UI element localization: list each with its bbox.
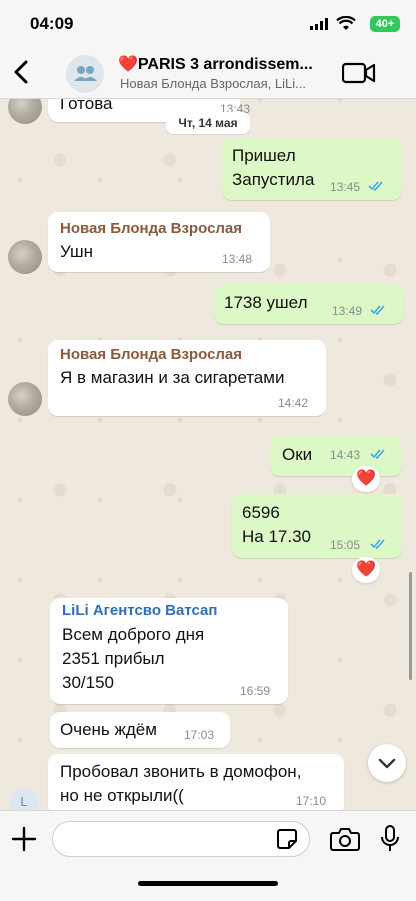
message-bubble[interactable]: Оки 14:43: [270, 436, 402, 476]
chevron-down-icon: [378, 758, 396, 769]
avatar-letter: L: [20, 794, 28, 809]
scroll-to-bottom-button[interactable]: [368, 744, 406, 782]
message-bubble[interactable]: LiLi Агентсво Ватсап Всем доброго дня 23…: [50, 598, 288, 704]
message-time: 13:49: [332, 304, 363, 318]
date-separator: Чт, 14 мая: [166, 112, 250, 134]
message-text: Оки: [282, 445, 313, 464]
message-time: 14:43: [330, 448, 361, 462]
message-input[interactable]: [52, 821, 310, 857]
group-icon: [74, 66, 97, 81]
message-time: 17:10: [296, 794, 327, 808]
video-call-icon[interactable]: [342, 62, 376, 84]
sender-name[interactable]: LiLi Агентсво Ватсап: [62, 602, 217, 619]
chat-participants[interactable]: Новая Блонда Взрослая, LiLi...: [120, 76, 320, 91]
avatar[interactable]: [8, 240, 42, 274]
scrollbar[interactable]: [409, 572, 412, 680]
wifi-icon: [336, 16, 356, 30]
message-time: 13:48: [222, 252, 253, 266]
message-input-bar: [0, 810, 416, 901]
message-bubble[interactable]: Пробовал звонить в домофон, но не открыл…: [48, 754, 344, 816]
message-time: 14:42: [278, 396, 309, 410]
heart-reaction-icon[interactable]: ❤️: [352, 466, 380, 492]
message-bubble[interactable]: Очень ждём 17:03: [50, 712, 230, 748]
message-text: 6596 На 17.30: [242, 503, 311, 546]
signal-icon: [310, 18, 328, 30]
message-bubble[interactable]: 1738 ушел 13:49: [214, 284, 404, 324]
battery-indicator: 40+: [370, 16, 400, 32]
message-bubble[interactable]: Новая Блонда Взрослая Ушн 13:48: [48, 212, 270, 272]
message-time: 15:05: [330, 538, 361, 552]
group-avatar[interactable]: [66, 55, 104, 93]
heart-reaction-icon[interactable]: ❤️: [352, 557, 380, 583]
message-bubble[interactable]: 6596 На 17.30 15:05: [232, 494, 402, 558]
message-text: Очень ждём: [60, 720, 157, 739]
message-text: Пробовал звонить в домофон, но не открыл…: [60, 762, 302, 805]
status-time: 04:09: [30, 14, 74, 33]
message-text: Ушн: [60, 242, 94, 261]
back-chevron-icon[interactable]: [6, 56, 38, 88]
message-time: 16:59: [240, 684, 271, 698]
read-ticks-icon: [368, 181, 383, 192]
read-ticks-icon: [370, 449, 385, 460]
chat-title[interactable]: ❤️PARIS 3 arrondissem...: [118, 54, 328, 74]
message-time: 13:45: [330, 180, 361, 194]
avatar[interactable]: [8, 382, 42, 416]
message-bubble[interactable]: Новая Блонда Взрослая Я в магазин и за с…: [48, 340, 326, 416]
sender-name[interactable]: Новая Блонда Взрослая: [60, 346, 242, 363]
message-time: 17:03: [184, 728, 215, 742]
read-ticks-icon: [370, 305, 385, 316]
read-ticks-icon: [370, 539, 385, 550]
camera-icon[interactable]: [330, 827, 360, 851]
sticker-icon[interactable]: [276, 828, 298, 850]
message-bubble[interactable]: Пришел Запустила 13:45: [222, 138, 402, 200]
message-text: Пришел Запустила: [232, 146, 315, 189]
status-bar: 04:09 40+: [0, 0, 416, 48]
message-text: 1738 ушел: [224, 293, 308, 312]
message-text: Всем доброго дня 2351 прибыл 30/150: [62, 625, 205, 692]
home-indicator: [138, 881, 278, 886]
plus-icon[interactable]: [10, 825, 38, 853]
message-text: Я в магазин и за сигаретами: [60, 368, 285, 387]
sender-name[interactable]: Новая Блонда Взрослая: [60, 220, 242, 237]
mic-icon[interactable]: [380, 824, 400, 854]
chat-header: ❤️PARIS 3 arrondissem... Новая Блонда Вз…: [0, 48, 416, 99]
